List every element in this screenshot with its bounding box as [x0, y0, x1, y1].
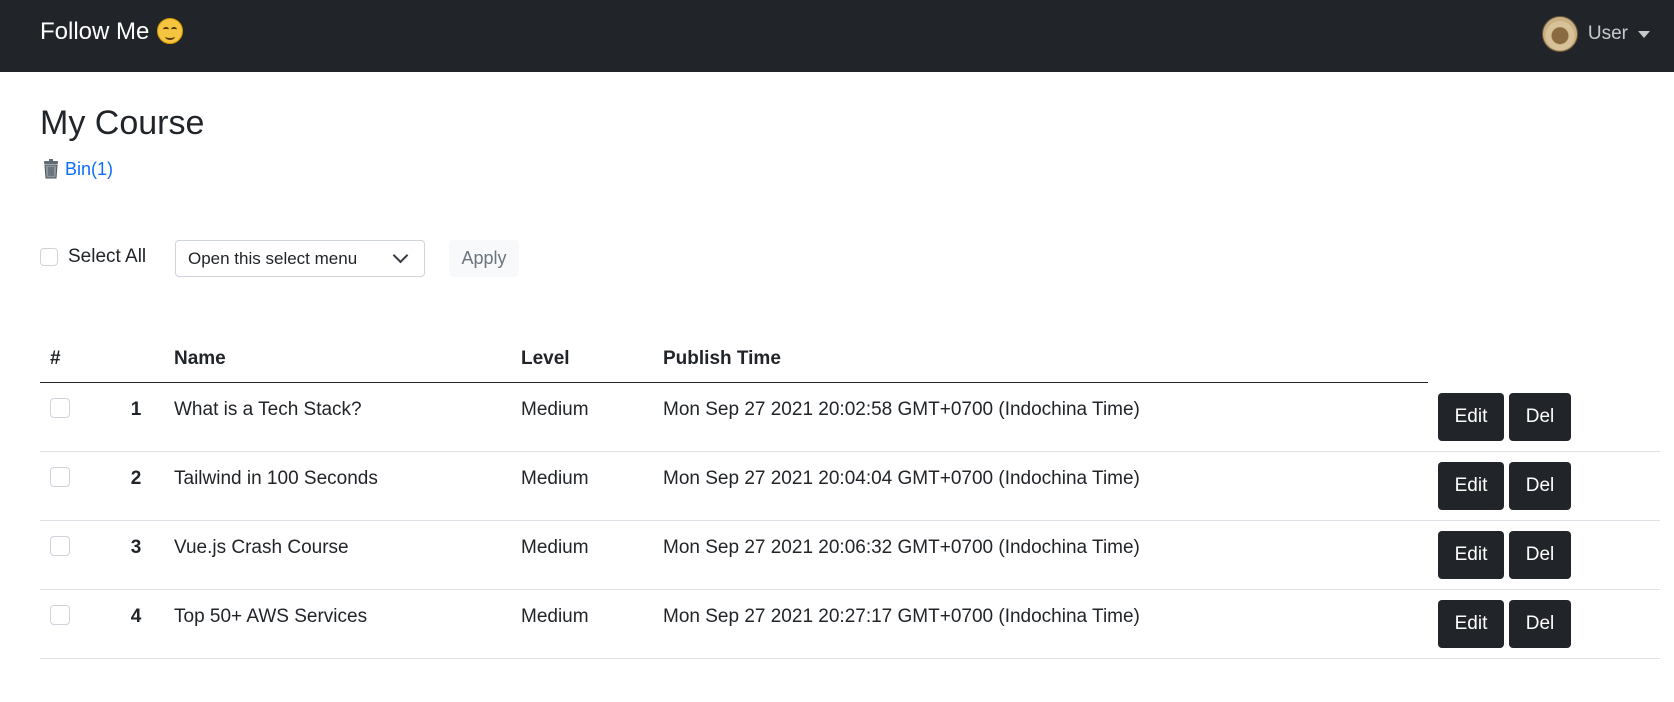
table-header: # Name Level Publish Time	[40, 338, 1428, 383]
row-publish-time: Mon Sep 27 2021 20:06:32 GMT+0700 (Indoc…	[663, 537, 1140, 558]
action-select-value: Open this select menu	[188, 248, 358, 268]
hugging-face-emoji-icon	[157, 18, 184, 44]
row-level: Medium	[521, 537, 589, 558]
row-name: Top 50+ AWS Services	[174, 606, 368, 627]
caret-down-icon	[1638, 30, 1650, 38]
apply-button[interactable]: Apply	[449, 240, 519, 277]
chevron-down-icon	[392, 247, 409, 264]
page-title: My Course	[40, 104, 205, 142]
select-all-checkbox[interactable]	[40, 248, 58, 266]
action-select[interactable]: Open this select menu	[175, 240, 425, 277]
brand[interactable]: Follow Me	[40, 18, 184, 46]
row-name: What is a Tech Stack?	[174, 399, 362, 420]
row-index: 2	[130, 468, 142, 489]
row-checkbox[interactable]	[50, 605, 70, 625]
brand-text: Follow Me	[40, 18, 150, 45]
user-name: User	[1587, 23, 1628, 44]
select-all-label[interactable]: Select All	[68, 246, 146, 268]
navbar: Follow Me User	[0, 0, 1674, 72]
user-menu-dropdown[interactable]: User	[1541, 16, 1650, 52]
edit-button[interactable]: Edit	[1438, 393, 1504, 441]
row-level: Medium	[521, 468, 589, 489]
table-row: 1 What is a Tech Stack? Medium Mon Sep 2…	[40, 383, 1660, 452]
header-publish-time: Publish Time	[663, 348, 781, 369]
edit-button[interactable]: Edit	[1438, 462, 1504, 510]
row-level: Medium	[521, 606, 589, 627]
bin-link[interactable]: Bin(1)	[40, 158, 113, 180]
edit-button[interactable]: Edit	[1438, 600, 1504, 648]
bin-link-label: Bin(1)	[65, 158, 114, 179]
delete-button[interactable]: Del	[1509, 600, 1571, 648]
table-row: 4 Top 50+ AWS Services Medium Mon Sep 27…	[40, 590, 1660, 659]
row-checkbox[interactable]	[50, 467, 70, 487]
row-index: 3	[130, 537, 142, 558]
course-table: # Name Level Publish Time 1 What is a Te…	[40, 338, 1660, 659]
row-level: Medium	[521, 399, 589, 420]
delete-button[interactable]: Del	[1509, 531, 1571, 579]
table-row: 2 Tailwind in 100 Seconds Medium Mon Sep…	[40, 452, 1660, 521]
row-publish-time: Mon Sep 27 2021 20:04:04 GMT+0700 (Indoc…	[663, 468, 1140, 489]
row-publish-time: Mon Sep 27 2021 20:27:17 GMT+0700 (Indoc…	[663, 606, 1140, 627]
delete-button[interactable]: Del	[1509, 462, 1571, 510]
header-level: Level	[521, 348, 570, 369]
delete-button[interactable]: Del	[1509, 393, 1571, 441]
row-checkbox[interactable]	[50, 536, 70, 556]
row-name: Vue.js Crash Course	[174, 537, 349, 558]
row-index: 1	[130, 399, 142, 420]
table-row: 3 Vue.js Crash Course Medium Mon Sep 27 …	[40, 521, 1660, 590]
row-index: 4	[130, 606, 142, 627]
select-all: Select All	[40, 246, 146, 268]
avatar	[1541, 16, 1578, 52]
row-name: Tailwind in 100 Seconds	[174, 468, 378, 489]
header-index: #	[50, 348, 61, 369]
row-publish-time: Mon Sep 27 2021 20:02:58 GMT+0700 (Indoc…	[663, 399, 1140, 420]
header-name: Name	[174, 348, 226, 369]
edit-button[interactable]: Edit	[1438, 531, 1504, 579]
row-checkbox[interactable]	[50, 398, 70, 418]
trash-bin-icon	[44, 159, 58, 179]
